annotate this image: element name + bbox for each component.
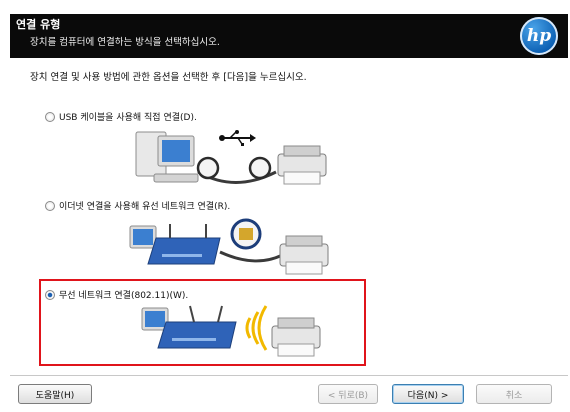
dialog-header: 연결 유형 장치를 컴퓨터에 연결하는 방식을 선택하십시오. hp: [10, 14, 568, 58]
usb-plug-icon: [248, 156, 272, 180]
usb-option[interactable]: USB 케이블을 사용해 직접 연결(D).: [45, 110, 197, 123]
usb-radio[interactable]: [45, 111, 55, 122]
dialog-title: 연결 유형: [16, 18, 61, 31]
usb-connection-illustration: [135, 130, 327, 185]
cancel-button[interactable]: 취소: [476, 384, 552, 404]
wireless-connection-illustration: [141, 305, 321, 357]
printer-icon: [279, 235, 329, 275]
keyboard-icon: [153, 173, 199, 183]
footer-divider: [10, 375, 568, 376]
ethernet-connection-illustration: [129, 218, 329, 275]
wireless-signal-icon: [245, 305, 268, 351]
back-button[interactable]: < 뒤로(B): [318, 384, 378, 404]
printer-icon: [277, 145, 327, 185]
usb-plug-icon: [196, 156, 220, 180]
printer-icon: [271, 317, 321, 357]
ethernet-radio[interactable]: [45, 200, 55, 211]
ethernet-option[interactable]: 이더넷 연결을 사용해 유선 네트워크 연결(R).: [45, 199, 230, 212]
router-icon: [157, 321, 237, 349]
ethernet-option-label: 이더넷 연결을 사용해 유선 네트워크 연결(R).: [59, 202, 231, 212]
next-button[interactable]: 다음(N) >: [392, 384, 464, 404]
instruction-text: 장치 연결 및 사용 방법에 관한 옵션을 선택한 후 [다음]을 누르십시오.: [30, 72, 307, 83]
wireless-option-label: 무선 네트워크 연결(802.11)(W).: [59, 291, 189, 301]
usb-option-label: USB 케이블을 사용해 직접 연결(D).: [59, 113, 197, 123]
usb-symbol-icon: [219, 130, 256, 146]
dialog-subtitle: 장치를 컴퓨터에 연결하는 방식을 선택하십시오.: [30, 37, 220, 48]
wireless-radio[interactable]: [45, 289, 55, 300]
hp-logo: hp: [520, 17, 558, 55]
router-icon: [147, 237, 221, 265]
help-button[interactable]: 도움말(H): [18, 384, 92, 404]
wireless-option[interactable]: 무선 네트워크 연결(802.11)(W).: [45, 288, 188, 301]
connection-type-dialog: 연결 유형 장치를 컴퓨터에 연결하는 방식을 선택하십시오. hp 장치 연결…: [0, 0, 570, 412]
